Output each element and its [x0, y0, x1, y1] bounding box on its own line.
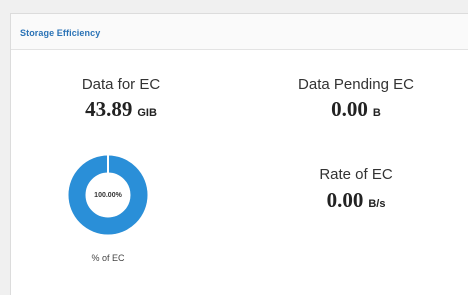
data-for-ec-label: Data for EC: [81, 76, 161, 93]
data-for-ec-value: 43.89 GIB: [85, 97, 157, 122]
rate-of-ec-number: 0.00: [326, 188, 364, 212]
donut-caption: % of EC: [91, 253, 125, 263]
data-pending-ec-label: Data Pending EC: [298, 76, 414, 93]
donut-center-text: 100.00%: [94, 191, 122, 199]
rate-of-ec-unit: B/s: [368, 198, 386, 210]
panel-header: Storage Efficiency: [11, 14, 468, 50]
panel-title: Storage Efficiency: [20, 28, 101, 38]
data-pending-ec-unit: B: [372, 107, 381, 119]
data-for-ec-number: 43.89: [85, 97, 133, 121]
data-for-ec-unit: GIB: [137, 107, 157, 119]
ec-percentage-donut: 100.00%: [67, 154, 149, 236]
rate-of-ec-label: Rate of EC: [319, 166, 393, 183]
data-pending-ec-number: 0.00: [331, 97, 368, 121]
rate-of-ec-value: 0.00 B/s: [327, 188, 386, 213]
data-pending-ec-value: 0.00 B: [331, 97, 381, 122]
